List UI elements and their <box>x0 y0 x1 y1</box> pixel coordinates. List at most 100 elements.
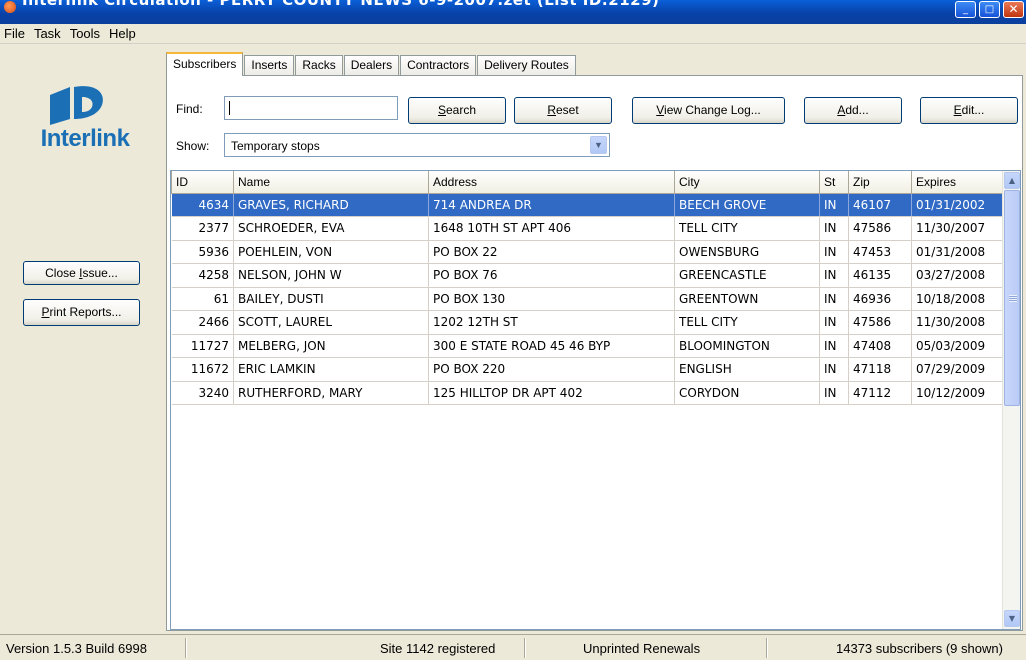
cell-st: IN <box>819 193 849 217</box>
table-row[interactable]: 11727 MELBERG, JON 300 E STATE ROAD 45 46 … <box>171 334 1003 358</box>
chevron-down-icon[interactable]: ▼ <box>590 136 607 154</box>
print-reports-button[interactable]: Print Reports... <box>23 299 140 326</box>
arrow-down-icon[interactable]: ▼ <box>1004 610 1020 627</box>
logo-text: Interlink <box>40 125 130 152</box>
cell-id: 11727 <box>171 334 234 358</box>
cell-city: CORYDON <box>674 381 820 405</box>
cell-st: IN <box>819 310 849 335</box>
text-caret <box>229 101 230 115</box>
cell-city: GREENCASTLE <box>674 263 820 288</box>
cell-id: 4258 <box>171 263 234 288</box>
cell-st: IN <box>819 381 849 405</box>
cell-zip: 47586 <box>848 310 912 335</box>
table-row[interactable]: 3240 RUTHERFORD, MARY 125 HILLTOP DR APT 4… <box>171 381 1003 405</box>
cell-name: POEHLEIN, VON <box>233 240 429 264</box>
cell-st: IN <box>819 216 849 241</box>
cell-expires: 10/18/2008 <box>911 287 1003 311</box>
menu-file[interactable]: File <box>4 26 25 41</box>
menu-help[interactable]: Help <box>109 26 136 41</box>
cell-id: 5936 <box>171 240 234 264</box>
cell-zip: 46936 <box>848 287 912 311</box>
table-row[interactable]: 2377 SCHROEDER, EVA 1648 10TH ST APT 406 TE… <box>171 216 1003 241</box>
status-version: Version 1.5.3 Build 6998 <box>6 641 147 656</box>
vertical-scrollbar[interactable]: ▲ ▼ <box>1002 171 1020 629</box>
cell-name: BAILEY, DUSTI <box>233 287 429 311</box>
column-header-zip[interactable]: Zip <box>848 171 912 194</box>
cell-expires: 11/30/2007 <box>911 216 1003 241</box>
column-header-st[interactable]: St <box>819 171 849 194</box>
cell-zip: 47586 <box>848 216 912 241</box>
menu-tools[interactable]: Tools <box>70 26 100 41</box>
cell-zip: 46107 <box>848 193 912 217</box>
cell-zip: 47118 <box>848 357 912 382</box>
cell-st: IN <box>819 263 849 288</box>
cell-expires: 05/03/2009 <box>911 334 1003 358</box>
interlink-logo: Interlink <box>30 81 140 161</box>
scrollbar-thumb[interactable] <box>1004 190 1020 406</box>
cell-zip: 47453 <box>848 240 912 264</box>
reset-button[interactable]: Reset <box>514 97 612 124</box>
show-filter-value: Temporary stops <box>231 139 320 153</box>
cell-city: BEECH GROVE <box>674 193 820 217</box>
tab-inserts[interactable]: Inserts <box>244 55 295 76</box>
column-header-address[interactable]: Address <box>428 171 675 194</box>
menu-task[interactable]: Task <box>34 26 61 41</box>
cell-address: PO BOX 130 <box>428 287 675 311</box>
view-change-log-button[interactable]: View Change Log... <box>632 97 785 124</box>
cell-address: 1202 12TH ST <box>428 310 675 335</box>
cell-city: BLOOMINGTON <box>674 334 820 358</box>
close-window-button[interactable]: ✕ <box>1003 1 1024 18</box>
table-row[interactable]: 4258 NELSON, JOHN W PO BOX 76 GREENCASTLE IN… <box>171 263 1003 288</box>
cell-name: GRAVES, RICHARD <box>233 193 429 217</box>
search-button[interactable]: Search <box>408 97 506 124</box>
column-header-expires[interactable]: Expires <box>911 171 1003 194</box>
minimize-button[interactable]: _ <box>955 1 976 18</box>
column-header-id[interactable]: ID <box>171 171 234 194</box>
tab-delivery-routes[interactable]: Delivery Routes <box>477 55 576 76</box>
cell-address: 300 E STATE ROAD 45 46 BYP <box>428 334 675 358</box>
table-row[interactable]: 11672 ERIC LAMKIN PO BOX 220 ENGLISH IN 47118… <box>171 357 1003 382</box>
cell-city: TELL CITY <box>674 216 820 241</box>
table-header-row: ID Name Address City St Zip Expires <box>171 171 1003 194</box>
column-header-city[interactable]: City <box>674 171 820 194</box>
cell-name: ERIC LAMKIN <box>233 357 429 382</box>
find-input[interactable] <box>224 96 398 120</box>
app-icon[interactable] <box>4 1 16 13</box>
arrow-up-icon[interactable]: ▲ <box>1004 172 1020 189</box>
cell-address: PO BOX 220 <box>428 357 675 382</box>
title-bar[interactable]: Interlink Circulation - PERRY COUNTY NEW… <box>0 0 1026 24</box>
status-count: 14373 subscribers (9 shown) <box>836 641 1003 656</box>
add-button[interactable]: Add... <box>804 97 902 124</box>
column-header-name[interactable]: Name <box>233 171 429 194</box>
close-issue-button[interactable]: Close Issue... <box>23 261 140 285</box>
table-row[interactable]: 61 BAILEY, DUSTI PO BOX 130 GREENTOWN IN 4693… <box>171 287 1003 311</box>
edit-button[interactable]: Edit... <box>920 97 1018 124</box>
tab-subscribers[interactable]: Subscribers <box>166 52 244 76</box>
maximize-button[interactable]: □ <box>979 1 1000 18</box>
window-title: Interlink Circulation - PERRY COUNTY NEW… <box>22 0 660 9</box>
table-row[interactable]: 5936 POEHLEIN, VON PO BOX 22 OWENSBURG IN 474… <box>171 240 1003 264</box>
cell-city: OWENSBURG <box>674 240 820 264</box>
cell-expires: 11/30/2008 <box>911 310 1003 335</box>
cell-st: IN <box>819 334 849 358</box>
menu-bar: File Task Tools Help <box>0 24 1026 44</box>
cell-id: 4634 <box>171 193 234 217</box>
find-label: Find: <box>176 102 203 116</box>
cell-expires: 01/31/2008 <box>911 240 1003 264</box>
tab-racks[interactable]: Racks <box>295 55 343 76</box>
show-filter-select[interactable]: Temporary stops ▼ <box>224 133 610 157</box>
cell-st: IN <box>819 240 849 264</box>
tab-contractors[interactable]: Contractors <box>400 55 477 76</box>
subscribers-grid[interactable]: ID Name Address City St Zip Expires 4634… <box>170 170 1021 630</box>
table-row[interactable]: 4634 GRAVES, RICHARD 714 ANDREA DR BEECH GR… <box>171 193 1003 217</box>
cell-zip: 47112 <box>848 381 912 405</box>
cell-id: 3240 <box>171 381 234 405</box>
cell-city: ENGLISH <box>674 357 820 382</box>
table-row[interactable]: 2466 SCOTT, LAUREL 1202 12TH ST TELL CITY IN… <box>171 310 1003 335</box>
cell-id: 11672 <box>171 357 234 382</box>
status-site: Site 1142 registered <box>380 641 496 656</box>
cell-id: 2377 <box>171 216 234 241</box>
cell-name: MELBERG, JON <box>233 334 429 358</box>
tab-dealers[interactable]: Dealers <box>343 55 400 76</box>
tab-strip: Subscribers Inserts Racks Dealers Contra… <box>166 52 577 76</box>
